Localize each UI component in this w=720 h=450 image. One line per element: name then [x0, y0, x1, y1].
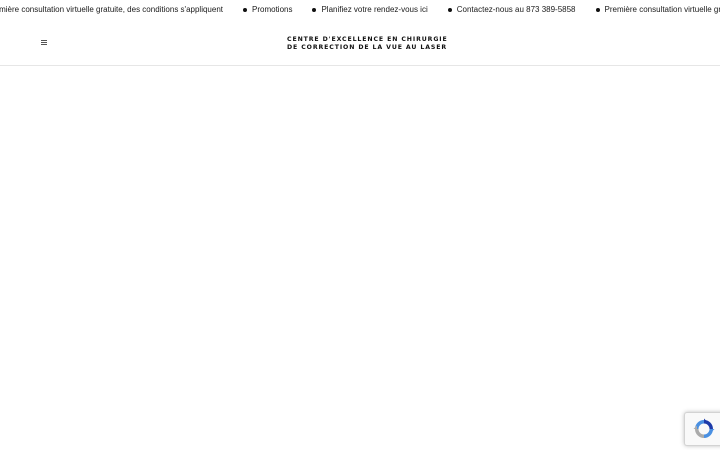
announcement-item[interactable]: Planifiez votre rendez-vous ici [292, 5, 428, 15]
brand-line-1: CENTRE D'EXCELLENCE EN CHIRURGIE [287, 36, 448, 43]
brand-logo-link[interactable]: CENTRE D'EXCELLENCE EN CHIRURGIE DE CORR… [287, 36, 448, 51]
bullet-icon [595, 8, 600, 12]
announcement-item[interactable]: remière consultation virtuelle gratuite,… [0, 5, 223, 15]
announcement-bar: remière consultation virtuelle gratuite,… [0, 0, 720, 20]
announcement-text: Promotions [252, 5, 293, 14]
announcement-text: Contactez-nous au 873 389-5858 [456, 5, 576, 14]
announcement-text: remière consultation virtuelle gratuite,… [0, 5, 223, 14]
announcement-track: remière consultation virtuelle gratuite,… [0, 5, 720, 15]
recaptcha-badge[interactable] [684, 412, 720, 446]
announcement-text: Planifiez votre rendez-vous ici [321, 5, 428, 14]
bullet-icon [447, 8, 452, 12]
recaptcha-icon [693, 418, 715, 438]
announcement-item[interactable]: Promotions [223, 5, 292, 15]
bullet-icon [243, 8, 247, 12]
announcement-text: Première consultation virtuelle gratuite… [604, 5, 720, 14]
main-content [0, 66, 720, 450]
bullet-icon [312, 8, 317, 12]
announcement-item[interactable]: Contactez-nous au 873 389-5858 [428, 5, 576, 15]
announcement-item[interactable]: Première consultation virtuelle gratuite… [576, 5, 720, 15]
brand-line-2: DE CORRECTION DE LA VUE AU LASER [287, 43, 448, 51]
site-header: CENTRE D'EXCELLENCE EN CHIRURGIE DE CORR… [0, 20, 720, 66]
menu-button[interactable] [38, 37, 52, 49]
